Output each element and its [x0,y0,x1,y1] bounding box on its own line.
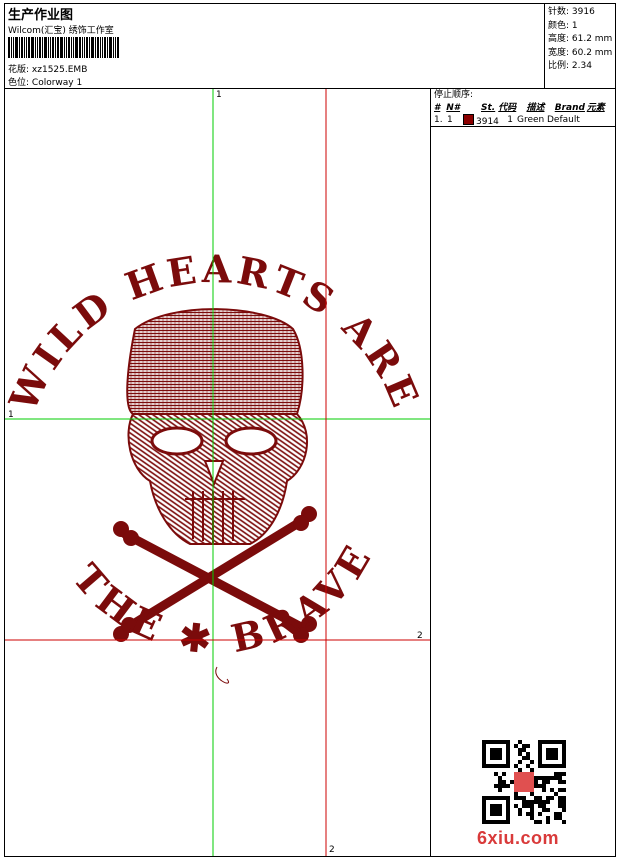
qr-code [482,740,566,824]
row-needle: 1 [447,115,453,125]
stop-sequence-heading: 停止顺序: [434,90,474,100]
skull-cranium [126,308,304,415]
col-needle: N# [446,103,461,113]
stat-ratio: 比例: 2.34 [548,61,592,71]
row-index: 1. [434,115,443,125]
stat-width: 宽度: 60.2 mm [548,47,613,58]
colorway-label: 色位: [8,78,30,88]
row-description: Green [517,115,545,125]
design-canvas: WILD HEARTS ARE THE ✱ BRAVE 1 1 2 2 [5,89,431,856]
row-stitch-count: 3914 [476,117,499,127]
production-worksheet: 生产作业图 Wilcom(汇宝) 绣饰工作室 花版: xz1525.EMB 色位… [4,3,616,857]
colorway-line: 色位: Colorway 1 [8,75,82,88]
axis-mark-bottom: 2 [329,845,335,855]
col-index: # [434,103,441,113]
stat-stitches: 针数: 3916 [548,7,595,17]
axis-mark-right: 2 [417,631,423,641]
col-stitches: St. [481,103,496,113]
stat-colors: 颜色: 1 [548,20,578,31]
stop-sequence-panel: 停止顺序: # N# St. 代码 描述 Brand 元素 1. 1 3914 … [431,89,615,856]
axis-mark-left: 1 [8,410,14,420]
thread-swatch [463,114,474,125]
col-code: 代码 [498,103,517,113]
barcode [8,37,136,58]
col-brand: Brand [554,103,585,113]
arc-text-bottom: THE ✱ BRAVE [64,533,382,662]
design-file-name: xz1525.EMB [31,65,88,75]
row-brand: Default [547,115,580,125]
header-panel: 生产作业图 Wilcom(汇宝) 绣饰工作室 花版: xz1525.EMB 色位… [5,4,545,89]
watermark-logo: 6xiu.com [477,828,560,848]
design-stats: 针数: 3916 颜色: 1 高度: 61.2 mm 宽度: 60.2 mm 比… [545,4,615,89]
colorway-name: Colorway 1 [31,78,83,88]
col-element: 元素 [586,103,605,113]
stop-table-header: # N# St. 代码 描述 Brand 元素 [431,102,615,114]
design-file-label: 花版: [8,65,30,75]
col-description: 描述 [526,103,545,113]
table-row: 1. 1 3914 1 Green Default [431,114,615,127]
embroidery-preview: WILD HEARTS ARE THE ✱ BRAVE [5,89,430,856]
company-name: Wilcom(汇宝) 绣饰工作室 [8,26,114,36]
skull-left-eye [150,426,204,456]
stat-height: 高度: 61.2 mm [548,34,613,44]
row-stitches: 3914 [463,114,499,127]
ornament [215,666,230,684]
axis-mark-top: 1 [216,90,222,100]
row-code: 1 [507,115,513,125]
design-file-line: 花版: xz1525.EMB [8,62,87,75]
page-title: 生产作业图 [8,8,74,23]
skull-right-eye [224,426,278,456]
